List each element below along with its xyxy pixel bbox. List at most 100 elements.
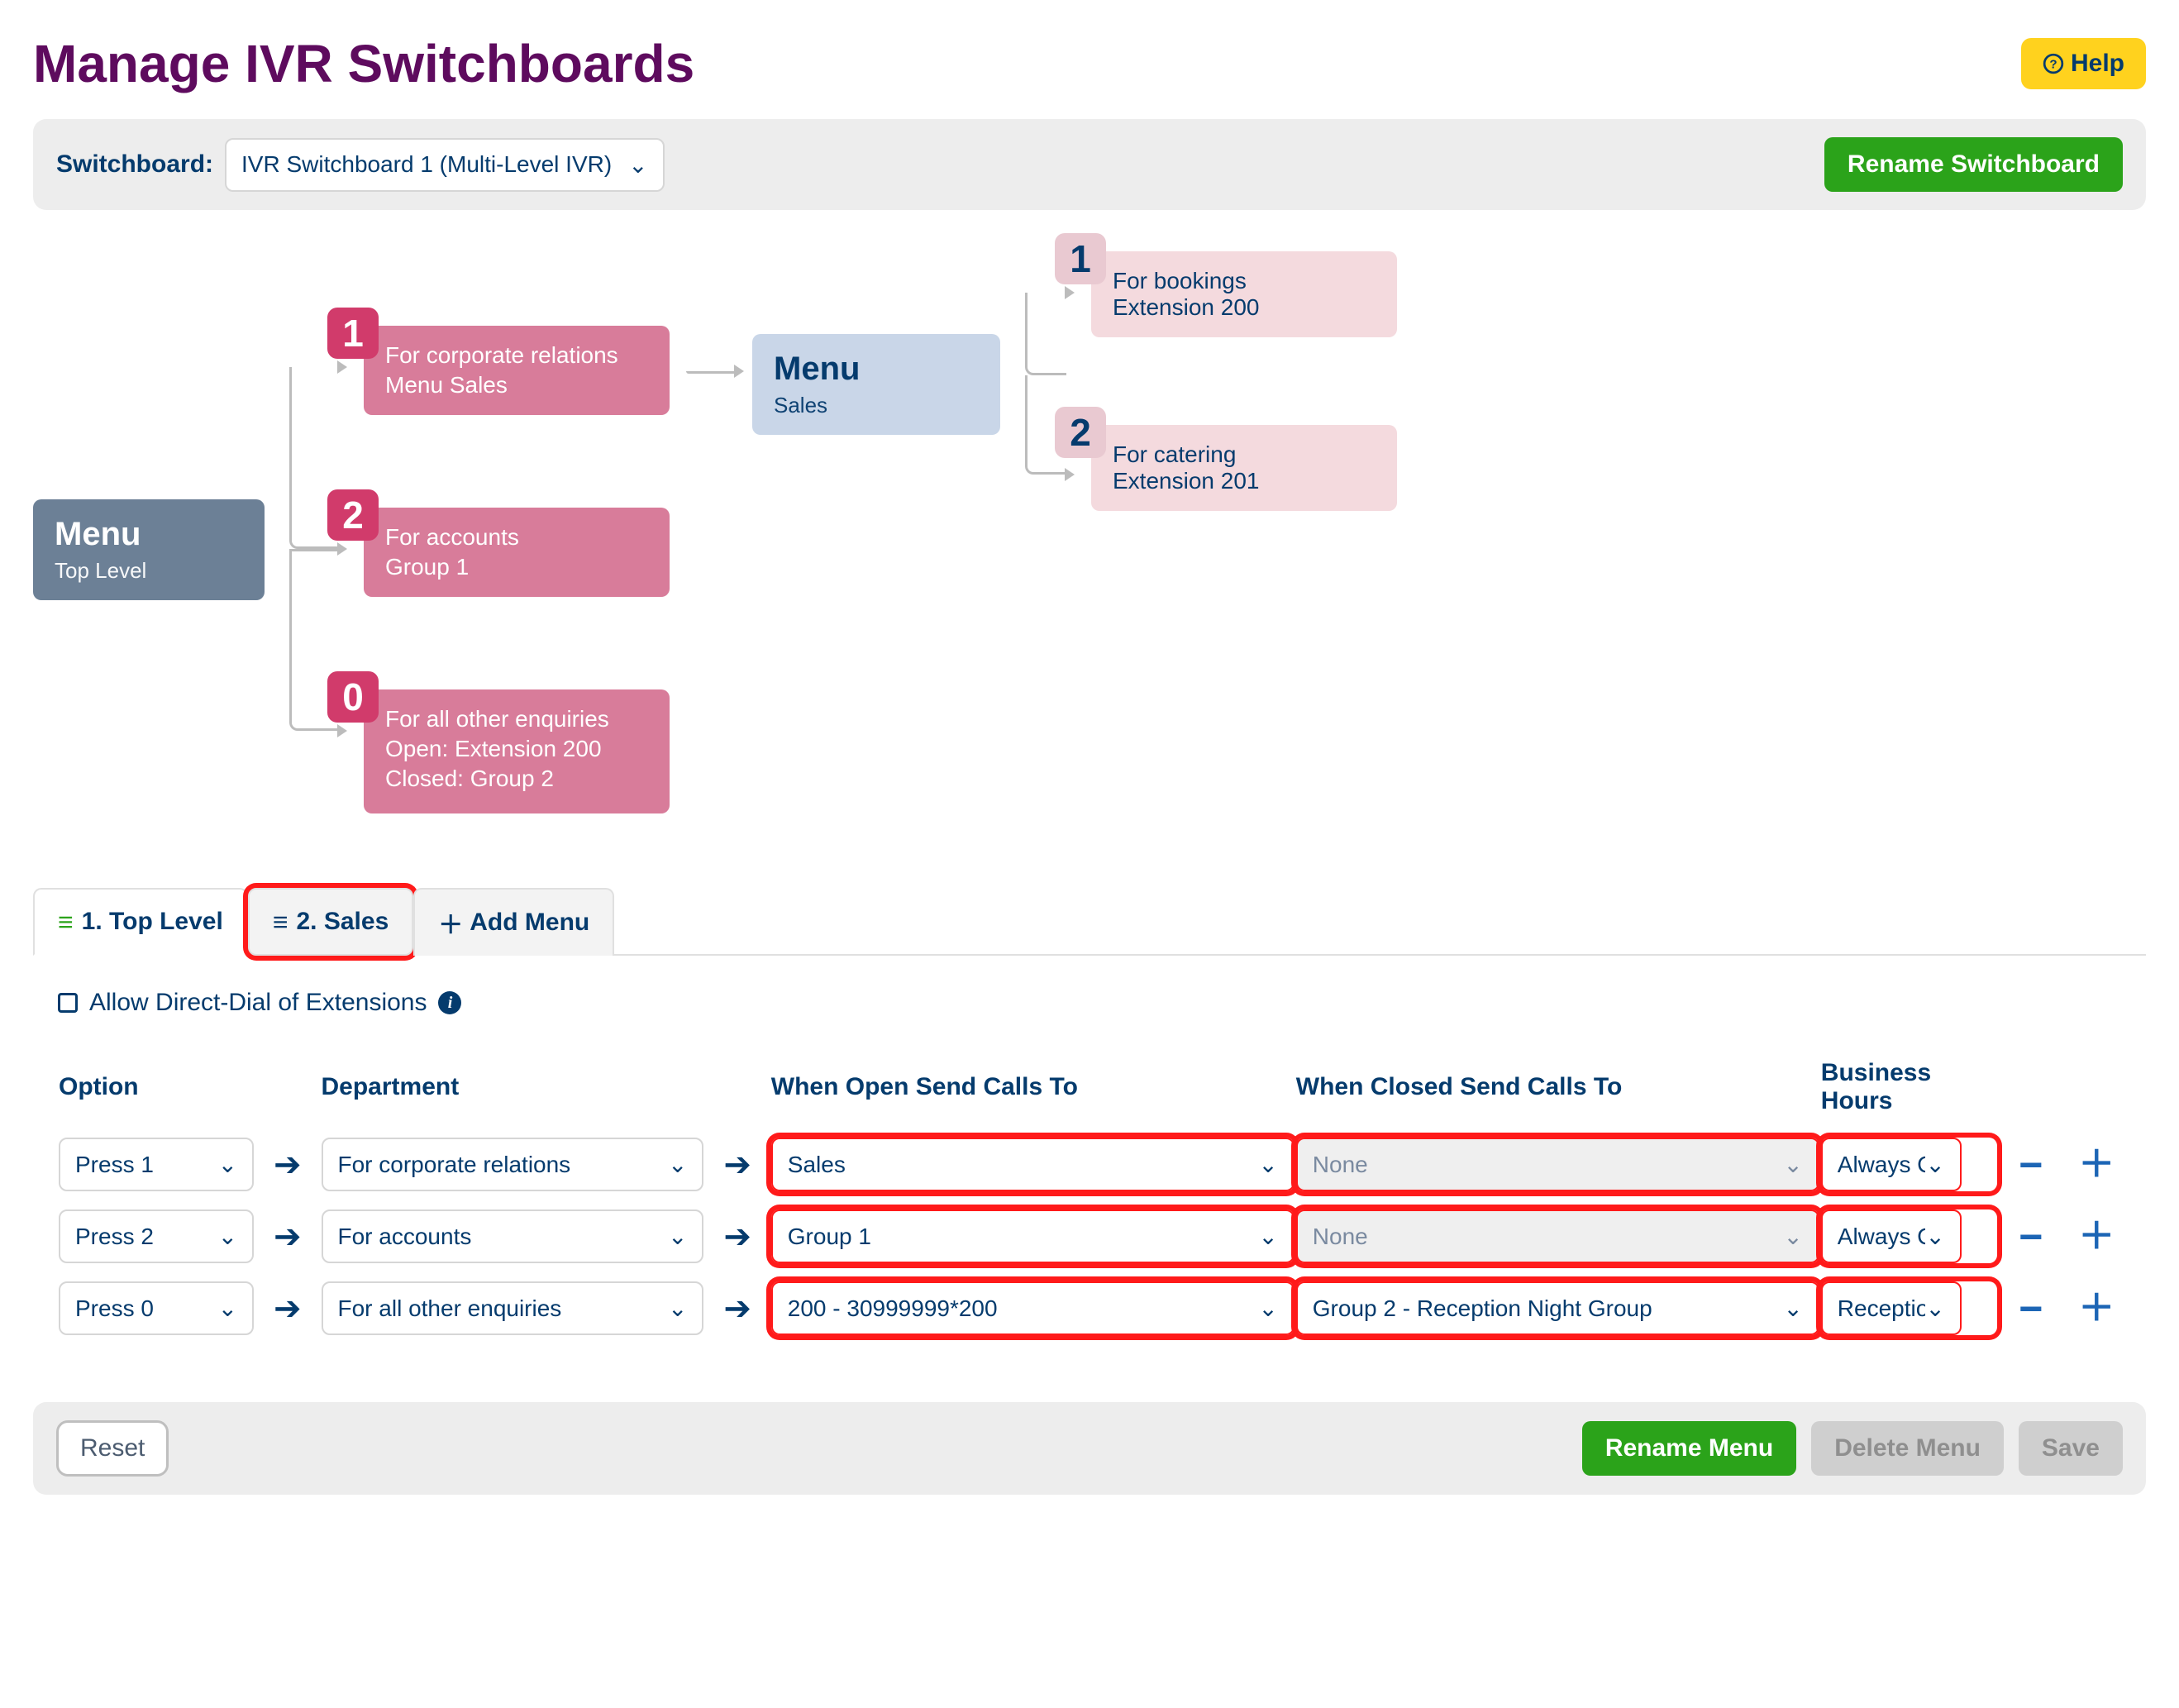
chevron-down-icon: ⌄ [1925, 1151, 1944, 1178]
option-select[interactable]: Press 0⌄ [59, 1281, 254, 1335]
add-row-button[interactable]: ＋ [2078, 1216, 2115, 1257]
sales-option-1[interactable]: 1 For bookings Extension 200 [1091, 251, 1397, 337]
add-row-button[interactable]: ＋ [2078, 1288, 2115, 1329]
remove-row-button[interactable]: − [2019, 1214, 2043, 1260]
open-dest-select[interactable]: Sales⌄ [771, 1138, 1295, 1191]
tab-sales[interactable]: ≡ 2. Sales [248, 888, 413, 956]
arrow-right-icon: ➔ [723, 1219, 751, 1255]
menu-root-node[interactable]: Menu Top Level [33, 499, 265, 600]
menu-sales-node[interactable]: Menu Sales [752, 334, 1000, 435]
direct-dial-checkbox[interactable] [58, 993, 78, 1013]
open-dest-select[interactable]: Group 1⌄ [771, 1209, 1295, 1263]
delete-menu-button: Delete Menu [1811, 1421, 2004, 1476]
remove-row-button[interactable]: − [2019, 1142, 2043, 1188]
department-select[interactable]: For all other enquiries⌄ [322, 1281, 704, 1335]
arrow-right-icon: ➔ [274, 1219, 302, 1255]
add-menu-label: Add Menu [470, 909, 589, 937]
sales-option-2[interactable]: 2 For catering Extension 201 [1091, 425, 1397, 511]
chevron-down-icon: ⌄ [1783, 1223, 1802, 1250]
hours-select[interactable]: Always Op⌄ [1821, 1138, 1962, 1191]
table-row: Press 2⌄ ➔ For accounts⌄ ➔ Group 1⌄None⌄Alwa… [58, 1209, 2129, 1264]
menu-root-subtitle: Top Level [55, 558, 243, 584]
menu-root-title: Menu [55, 516, 243, 553]
closed-dest-select[interactable]: Group 2 - Reception Night Group⌄ [1296, 1281, 1819, 1335]
arrow-right-icon: ➔ [274, 1147, 302, 1183]
switchboard-label: Switchboard: [56, 150, 213, 179]
chevron-down-icon: ⌄ [628, 151, 647, 179]
ivr-diagram: Menu Top Level 1 For corporate relations… [33, 243, 2146, 871]
option-0-line3: Closed: Group 2 [385, 766, 648, 792]
option-badge-2: 2 [327, 489, 379, 541]
option-1-line2: Menu Sales [385, 372, 648, 398]
hours-select[interactable]: Reception⌄ [1821, 1281, 1962, 1335]
option-0-line1: For all other enquiries [385, 706, 648, 732]
menu-icon: ≡ [273, 907, 288, 937]
menu-sales-title: Menu [774, 351, 979, 388]
option-badge-1: 1 [327, 308, 379, 359]
chevron-down-icon: ⌄ [668, 1223, 687, 1250]
info-icon[interactable]: i [438, 991, 461, 1014]
sales-opt2-line1: For catering [1113, 441, 1376, 468]
option-node-1[interactable]: 1 For corporate relations Menu Sales [364, 326, 670, 415]
help-label: Help [2071, 50, 2124, 78]
sales-opt2-line2: Extension 201 [1113, 468, 1376, 494]
menu-icon: ≡ [58, 907, 74, 937]
chevron-down-icon: ⌄ [668, 1151, 687, 1178]
option-2-line1: For accounts [385, 524, 648, 551]
footer-bar: Reset Rename Menu Delete Menu Save [33, 1402, 2146, 1495]
sales-opt1-line1: For bookings [1113, 268, 1376, 294]
open-dest-select[interactable]: 200 - 30999999*200⌄ [771, 1281, 1295, 1335]
rename-switchboard-button[interactable]: Rename Switchboard [1824, 137, 2123, 192]
options-table: Option Department When Open Send Calls T… [58, 1042, 2129, 1353]
option-select[interactable]: Press 1⌄ [59, 1138, 254, 1191]
department-select[interactable]: For accounts⌄ [322, 1209, 704, 1263]
tab-panel: Allow Direct-Dial of Extensions i Option… [33, 956, 2146, 1369]
chevron-down-icon: ⌄ [1783, 1151, 1802, 1178]
add-row-button[interactable]: ＋ [2078, 1144, 2115, 1185]
hours-select[interactable]: Always Op⌄ [1821, 1209, 1962, 1263]
chevron-down-icon: ⌄ [218, 1151, 237, 1178]
switchboard-select[interactable]: IVR Switchboard 1 (Multi-Level IVR) ⌄ [225, 138, 665, 192]
arrow-right-icon: ➔ [274, 1291, 302, 1327]
th-closed: When Closed Send Calls To [1295, 1058, 1820, 1120]
tabs: ≡ 1. Top Level ≡ 2. Sales ＋ Add Menu [33, 888, 2146, 956]
table-row: Press 0⌄➔For all other enquiries⌄➔200 - … [58, 1281, 2129, 1336]
menu-sales-subtitle: Sales [774, 393, 979, 418]
switchboard-bar: Switchboard: IVR Switchboard 1 (Multi-Le… [33, 119, 2146, 210]
option-select[interactable]: Press 2⌄ [59, 1209, 254, 1263]
remove-row-button[interactable]: − [2019, 1286, 2043, 1332]
reset-button[interactable]: Reset [56, 1420, 169, 1477]
option-1-line1: For corporate relations [385, 342, 648, 369]
sales-badge-2: 2 [1055, 407, 1106, 458]
svg-text:?: ? [2049, 57, 2057, 71]
th-open: When Open Send Calls To [770, 1058, 1295, 1120]
option-badge-0: 0 [327, 671, 379, 723]
switchboard-selected: IVR Switchboard 1 (Multi-Level IVR) [241, 151, 612, 178]
chevron-down-icon: ⌄ [1925, 1295, 1944, 1322]
help-icon: ? [2043, 53, 2064, 74]
sales-opt1-line2: Extension 200 [1113, 294, 1376, 321]
option-node-0[interactable]: 0 For all other enquiries Open: Extensio… [364, 689, 670, 813]
chevron-down-icon: ⌄ [218, 1223, 237, 1250]
plus-icon: ＋ [438, 904, 463, 941]
th-option: Option [58, 1058, 255, 1120]
option-2-line2: Group 1 [385, 554, 648, 580]
chevron-down-icon: ⌄ [1258, 1223, 1277, 1250]
chevron-down-icon: ⌄ [218, 1295, 237, 1322]
department-select[interactable]: For corporate relations⌄ [322, 1138, 704, 1191]
tab-sales-label: 2. Sales [297, 908, 389, 936]
page-title: Manage IVR Switchboards [33, 33, 694, 94]
rename-menu-button[interactable]: Rename Menu [1582, 1421, 1796, 1476]
chevron-down-icon: ⌄ [668, 1295, 687, 1322]
save-button: Save [2019, 1421, 2123, 1476]
help-button[interactable]: ? Help [2021, 38, 2146, 89]
closed-dest-select[interactable]: None⌄ [1296, 1138, 1819, 1191]
chevron-down-icon: ⌄ [1925, 1223, 1944, 1250]
chevron-down-icon: ⌄ [1783, 1295, 1802, 1322]
option-0-line2: Open: Extension 200 [385, 736, 648, 762]
add-menu-button[interactable]: ＋ Add Menu [413, 888, 614, 956]
tab-top-level-label: 1. Top Level [82, 908, 223, 936]
tab-top-level[interactable]: ≡ 1. Top Level [33, 888, 248, 956]
closed-dest-select[interactable]: None⌄ [1296, 1209, 1819, 1263]
option-node-2[interactable]: 2 For accounts Group 1 [364, 508, 670, 597]
